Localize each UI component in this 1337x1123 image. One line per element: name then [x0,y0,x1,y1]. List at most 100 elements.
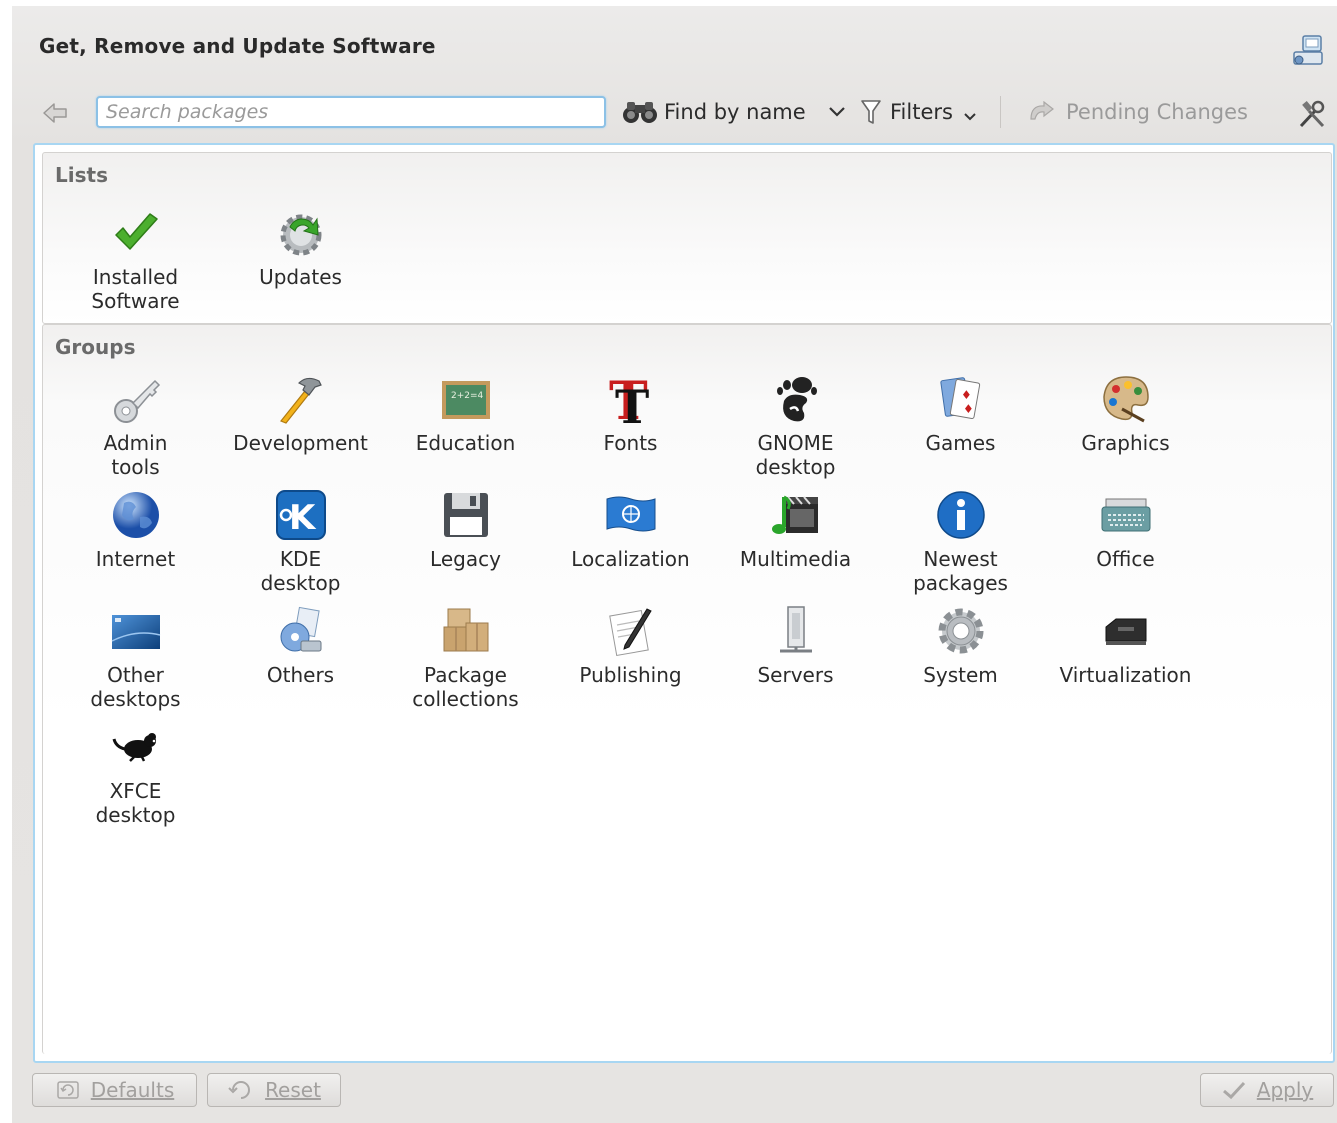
chalkboard-icon: 2+2=4 [441,381,490,419]
software-manager-icon [1293,35,1323,65]
item-label: Installed Software [91,265,180,313]
server-icon [779,606,812,653]
item-label: Package collections [412,663,519,711]
globe-icon [112,492,159,538]
multimedia-icon [771,495,818,534]
toolbar-separator [1000,96,1001,128]
pending-changes-button[interactable]: Pending Changes [1028,95,1248,129]
groups-title: Groups [55,335,136,359]
find-by-name-label: Find by name [664,100,806,124]
typewriter-icon [1101,498,1150,532]
item-label: Graphics [1081,431,1170,455]
group-system[interactable]: System [878,605,1043,687]
pen-paper-icon [608,608,652,657]
item-label: Fonts [603,431,658,455]
toolbar: Find by name Filters Pending Changes [12,92,1337,132]
group-newest-packages[interactable]: Newest packages [878,489,1043,595]
item-label: XFCE desktop [95,779,176,827]
group-servers[interactable]: Servers [713,605,878,687]
item-label: Education [415,431,516,455]
group-other-desktops[interactable]: Other desktops [53,605,218,711]
group-xfce-desktop[interactable]: XFCE desktop [53,721,218,827]
button-bar: Defaults Reset Apply [12,1068,1337,1123]
info-icon [936,491,985,539]
item-label: Newest packages [913,547,1008,595]
item-label: Others [266,663,335,687]
group-localization[interactable]: Localization [548,489,713,571]
group-development[interactable]: Development [218,373,383,455]
item-label: Legacy [430,547,501,571]
item-label: KDE desktop [260,547,341,595]
item-label: Internet [95,547,176,571]
gear-icon [938,608,983,654]
item-label: Servers [757,663,834,687]
item-label: Games [925,431,996,455]
key-icon [113,379,160,423]
lists-section: Lists Installed Software Updates [42,152,1332,324]
find-by-name-button[interactable]: Find by name [622,95,806,129]
group-others[interactable]: Others [218,605,383,687]
item-label: Development [233,431,368,455]
svg-text:T: T [615,380,649,425]
group-office[interactable]: Office [1043,489,1208,571]
list-item-updates[interactable]: Updates [218,207,383,289]
group-games[interactable]: ♦ ♦ Games [878,373,1043,455]
window-title: Get, Remove and Update Software [39,34,436,58]
filter-funnel-icon [861,100,881,124]
item-label: Office [1096,547,1155,571]
search-input[interactable] [96,96,606,128]
group-package-collections[interactable]: Package collections [383,605,548,711]
hammer-icon [279,377,322,424]
chip-icon [1105,618,1146,645]
item-label: Virtualization [1059,663,1192,687]
group-virtualization[interactable]: Virtualization [1043,605,1208,687]
svg-text:♦: ♦ [963,402,974,416]
group-kde-desktop[interactable]: K KDE desktop [218,489,383,595]
group-admin-tools[interactable]: Admin tools [53,373,218,479]
item-label: Admin tools [103,431,168,479]
palette-icon [1102,376,1149,423]
boxes-icon [443,608,488,652]
group-fonts[interactable]: T T Fonts [548,373,713,455]
group-education[interactable]: 2+2=4 Education [383,373,548,455]
floppy-icon [443,493,488,537]
filters-button[interactable]: Filters [860,95,985,129]
item-label: Other desktops [90,663,181,711]
settings-tools-icon[interactable] [1297,99,1329,129]
svg-text:2+2=4: 2+2=4 [451,391,484,401]
group-legacy[interactable]: Legacy [383,489,548,571]
gnome-foot-icon [776,377,817,422]
item-label: Updates [259,265,342,289]
reset-label: Reset [265,1078,321,1102]
defaults-button[interactable]: Defaults [32,1073,197,1107]
back-arrow-icon[interactable] [40,98,70,128]
defaults-icon [57,1081,79,1099]
kde-icon: K [275,490,326,540]
svg-text:K: K [289,498,317,538]
find-mode-dropdown[interactable] [828,95,846,129]
group-multimedia[interactable]: Multimedia [713,489,878,571]
content-panel: Lists Installed Software Updates Groups [33,143,1335,1063]
group-graphics[interactable]: Graphics [1043,373,1208,455]
list-item-installed-software[interactable]: Installed Software [53,207,218,313]
defaults-label: Defaults [90,1078,175,1102]
item-label: GNOME desktop [755,431,836,479]
group-publishing[interactable]: Publishing [548,605,713,687]
group-internet[interactable]: Internet [53,489,218,571]
update-gear-icon [280,214,321,256]
item-label: Multimedia [739,547,852,571]
item-label: Localization [571,547,690,571]
group-gnome-desktop[interactable]: GNOME desktop [713,373,878,479]
font-icon: T T [609,373,649,425]
reset-button[interactable]: Reset [207,1073,341,1107]
mouse-icon [112,733,156,762]
desktop-icon [111,615,160,649]
kcm-window: Get, Remove and Update Software Find by … [12,6,1337,1123]
apply-button[interactable]: Apply [1200,1073,1334,1107]
item-label: System [923,663,998,687]
others-icon [280,606,321,652]
chevron-down-icon [829,107,845,117]
filters-label: Filters [890,100,953,124]
un-flag-icon [606,496,655,532]
apply-checkmark-icon [1222,1081,1245,1100]
